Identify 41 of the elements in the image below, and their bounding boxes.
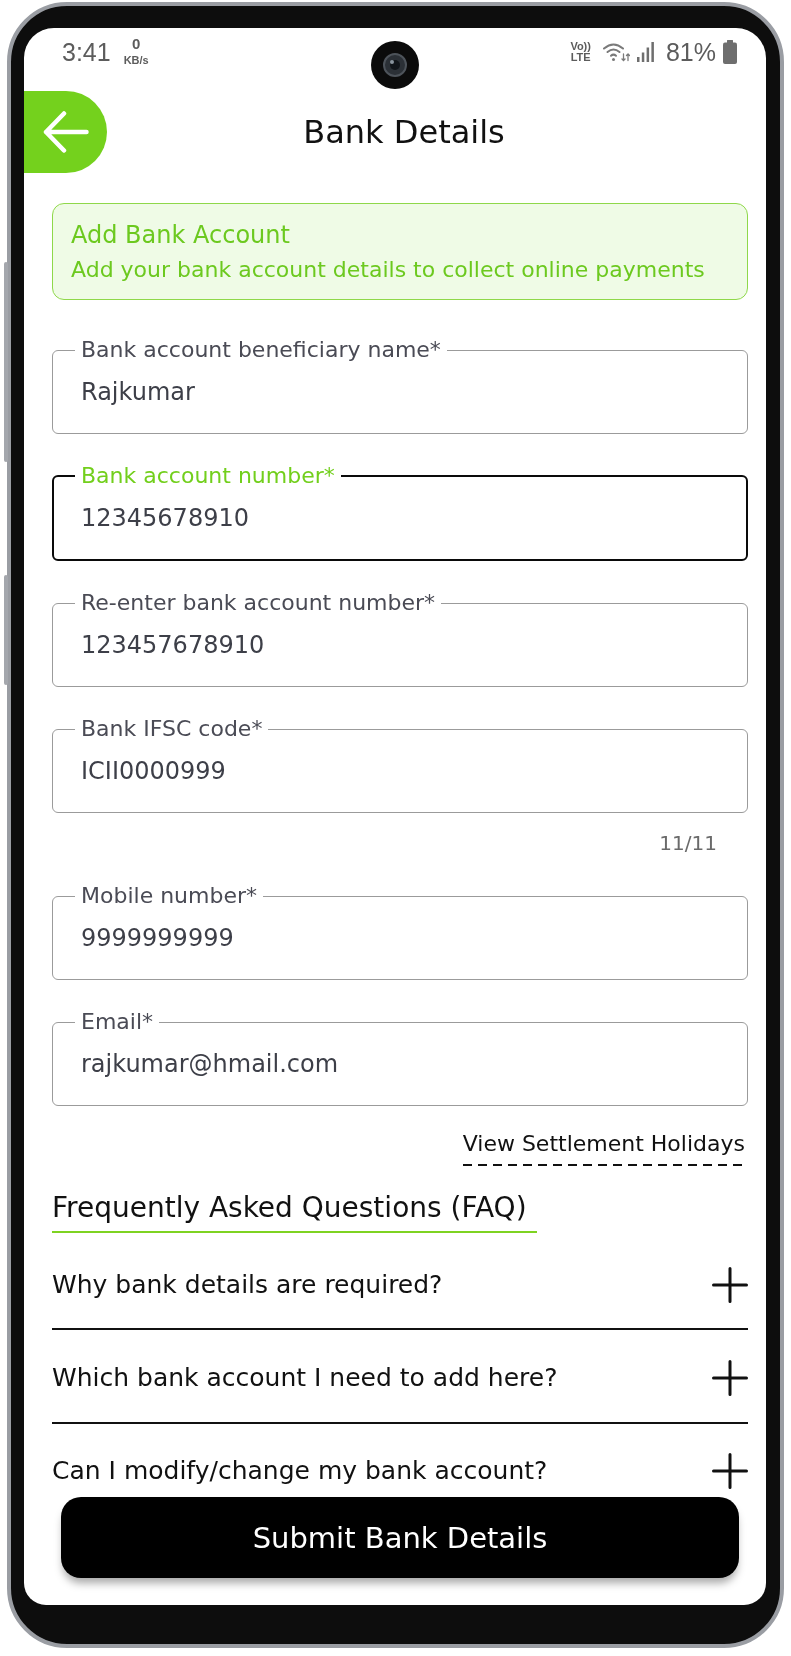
character-counter: 11/11 <box>659 832 717 854</box>
status-time: 3:41 <box>62 38 111 66</box>
field-label: Bank IFSC code* <box>80 717 264 741</box>
wifi-icon <box>602 42 630 62</box>
banner-title: Add Bank Account <box>71 219 291 250</box>
battery-percent: 81% <box>665 38 716 66</box>
field-label: Bank account number* <box>80 464 336 488</box>
volte-label: Vo)) <box>570 41 591 52</box>
text-field[interactable]: Bank account number* 12345678910 <box>52 464 748 561</box>
field-label: Re-enter bank account number* <box>80 591 437 615</box>
field-value: 9999999999 <box>81 924 234 952</box>
expand-plus-icon[interactable] <box>712 1267 748 1303</box>
field-value: rajkumar@hmail.com <box>81 1050 339 1078</box>
text-field[interactable]: Email* rajkumar@hmail.com <box>52 1010 748 1106</box>
network-speed-unit: KB/s <box>123 54 149 66</box>
field-value: 12345678910 <box>81 504 249 532</box>
faq-question[interactable]: Why bank details are required? <box>52 1270 443 1300</box>
text-field[interactable]: Mobile number* 9999999999 <box>52 884 748 980</box>
signal-icon <box>636 42 654 62</box>
front-camera-icon <box>371 41 419 89</box>
faq-question[interactable]: Can I modify/change my bank account? <box>52 1456 548 1486</box>
field-label: Mobile number* <box>80 884 259 908</box>
text-field[interactable]: Bank account beneficiary name* Rajkumar <box>52 338 748 434</box>
back-arrow-icon <box>43 111 89 153</box>
network-speed: 0 <box>132 36 141 52</box>
text-field[interactable]: Re-enter bank account number* 123457678910 <box>52 591 748 687</box>
field-label: Bank account beneficiary name* <box>80 338 442 362</box>
expand-plus-icon[interactable] <box>712 1360 748 1396</box>
submit-button[interactable]: Submit Bank Details <box>61 1497 739 1578</box>
field-value: Rajkumar <box>81 378 195 406</box>
field-label: Email* <box>80 1010 155 1034</box>
faq-question[interactable]: Which bank account I need to add here? <box>52 1363 558 1393</box>
battery-icon <box>723 40 737 64</box>
page-title: Bank Details <box>303 113 505 151</box>
field-value: ICII0000999 <box>81 757 226 785</box>
banner-text: Add your bank account details to collect online payments <box>71 255 706 284</box>
lte-label: LTE <box>570 52 591 63</box>
expand-plus-icon[interactable] <box>712 1453 748 1489</box>
field-value: 123457678910 <box>81 631 265 659</box>
text-field[interactable]: Bank IFSC code* ICII0000999 <box>52 717 748 813</box>
faq-heading: Frequently Asked Questions (FAQ) <box>52 1191 537 1233</box>
